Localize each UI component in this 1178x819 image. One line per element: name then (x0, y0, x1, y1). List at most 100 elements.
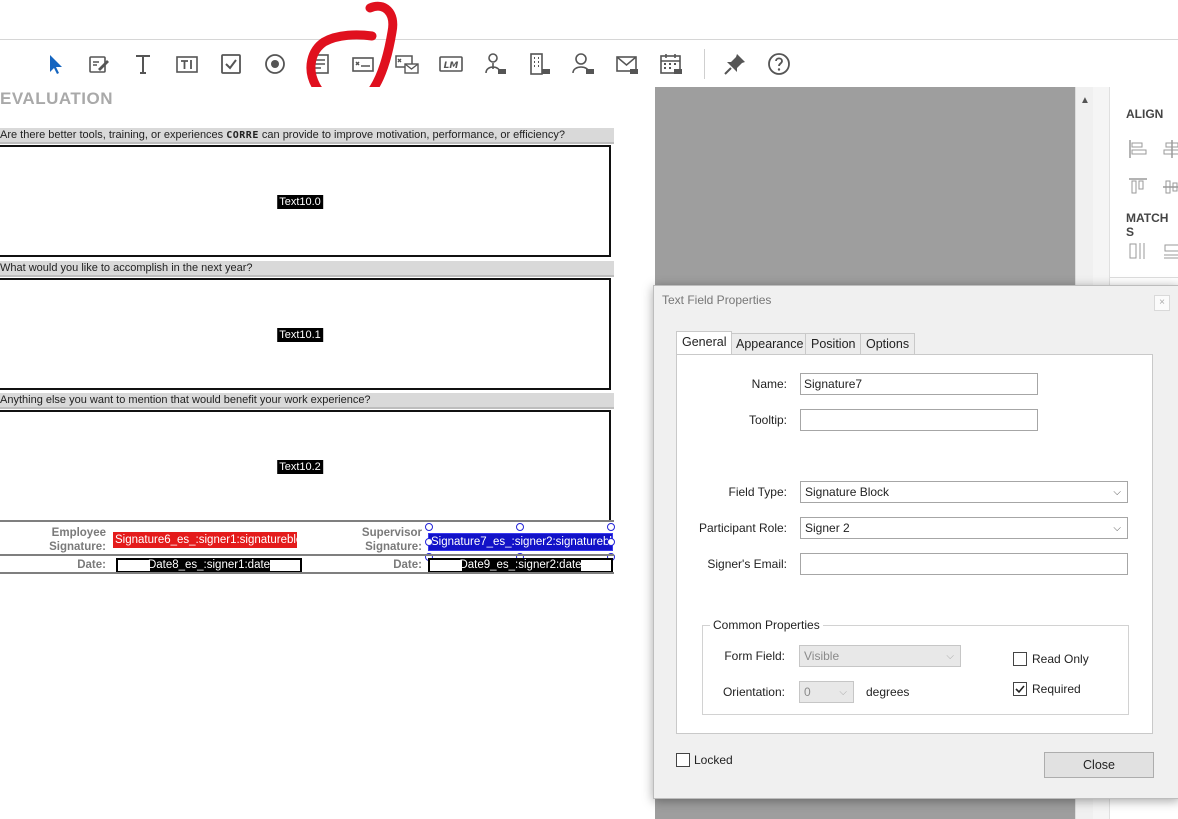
match-width-icon[interactable] (1128, 241, 1148, 261)
selected-value: Visible (804, 649, 840, 663)
supervisor-date-label: Date: (393, 559, 422, 571)
close-icon[interactable]: × (1154, 295, 1170, 311)
date-field-icon[interactable] (657, 50, 685, 78)
label-line: Supervisor (361, 527, 422, 539)
close-button[interactable]: Close (1044, 752, 1154, 778)
read-only-checkbox[interactable] (1013, 652, 1027, 666)
resize-handle[interactable] (516, 523, 524, 531)
required-checkbox[interactable] (1013, 682, 1027, 696)
help-icon[interactable] (765, 50, 793, 78)
text-box-icon[interactable] (173, 50, 201, 78)
divider-line (0, 572, 614, 574)
select-tool-icon[interactable] (41, 50, 69, 78)
form-toolbar: LM (0, 39, 1178, 88)
text-field-properties-dialog: Text Field Properties × General Appearan… (653, 285, 1178, 799)
tab-appearance[interactable]: Appearance (730, 333, 810, 354)
svg-text:LM: LM (444, 61, 459, 71)
label-line: Employee (51, 527, 106, 539)
common-properties-group: Common Properties Form Field: Visible ⌵ … (702, 618, 1129, 715)
field-type-select[interactable]: Signature Block ⌵ (800, 481, 1128, 503)
tab-position[interactable]: Position (805, 333, 862, 354)
text-field-box[interactable]: Text10.0 (0, 145, 611, 257)
question-bar-3: Anything else you want to mention that w… (0, 393, 614, 409)
signer-name-icon[interactable] (481, 50, 509, 78)
divider-line (0, 520, 614, 522)
section-heading: EVALUATION (0, 89, 113, 108)
checkbox-icon[interactable] (217, 50, 245, 78)
question-text: Are there better tools, training, or exp… (0, 129, 227, 141)
divider-line (0, 554, 614, 556)
scroll-up-icon[interactable]: ▲ (1080, 95, 1090, 106)
supervisor-date-field[interactable]: Date9_es_:signer2:date (428, 558, 613, 573)
common-properties-label: Common Properties (710, 618, 823, 632)
dialog-title: Text Field Properties (662, 293, 772, 307)
brand-name: CORRE (226, 130, 259, 141)
chevron-down-icon: ⌵ (1113, 487, 1121, 498)
panel-divider (1110, 277, 1178, 278)
tab-general[interactable]: General (676, 331, 733, 354)
tooltip-input[interactable] (800, 409, 1038, 431)
tooltip-label: Tooltip: (748, 413, 787, 427)
text-field-box[interactable]: Text10.1 (0, 278, 611, 390)
email-field-icon[interactable] (613, 50, 641, 78)
text-field-icon[interactable] (129, 50, 157, 78)
participant-role-select[interactable]: Signer 2 ⌵ (800, 517, 1128, 539)
participant-role-label: Participant Role: (698, 521, 787, 535)
selected-value: 0 (804, 685, 811, 699)
employee-date-field[interactable]: Date8_es_:signer1:date (116, 558, 302, 573)
employee-signature-field[interactable]: Signature6_es_:signer1:signatureblock (113, 532, 297, 548)
orientation-label: Orientation: (722, 685, 785, 699)
field-fill (270, 560, 300, 571)
align-middle-icon[interactable] (1162, 177, 1178, 197)
field-fill (581, 560, 611, 571)
orientation-select[interactable]: 0 ⌵ (799, 681, 854, 703)
form-field-label: Form Field: (724, 649, 785, 663)
degrees-label: degrees (866, 685, 910, 699)
employee-date-label: Date: (77, 559, 106, 571)
field-fill (430, 560, 462, 571)
selected-value: Signature Block (805, 485, 890, 499)
form-field-select[interactable]: Visible ⌵ (799, 645, 961, 667)
locked-checkbox[interactable] (676, 753, 690, 767)
employee-signature-label: Employee Signature: (20, 526, 106, 554)
align-center-icon[interactable] (1162, 139, 1178, 159)
supervisor-signature-label: Supervisor Signature: (330, 526, 422, 554)
resize-handle[interactable] (425, 538, 433, 546)
resize-handle[interactable] (607, 538, 615, 546)
align-top-icon[interactable] (1128, 177, 1148, 197)
field-type-label: Field Type: (728, 485, 787, 499)
match-height-icon[interactable] (1162, 241, 1178, 261)
supervisor-signature-field[interactable]: Signature7_es_:signer2:signatureblock (428, 533, 613, 551)
email-signature-icon[interactable] (393, 50, 421, 78)
signer-email-input[interactable] (800, 553, 1128, 575)
signature-field-icon[interactable] (349, 50, 377, 78)
label-line: Signature: (365, 541, 422, 553)
question-bar-1: Are there better tools, training, or exp… (0, 128, 614, 144)
label-line: Signature: (49, 541, 106, 553)
company-icon[interactable] (525, 50, 553, 78)
signer-email-label: Signer's Email: (707, 557, 787, 571)
chevron-down-icon: ⌵ (1113, 523, 1121, 534)
field-name-label: Date9_es_:signer2:date (459, 559, 582, 571)
tab-options[interactable]: Options (860, 333, 916, 354)
resize-handle[interactable] (607, 523, 615, 531)
list-box-icon[interactable] (305, 50, 333, 78)
toolbar-separator (704, 49, 705, 79)
field-name-label: Text10.1 (277, 328, 323, 342)
locked-label: Locked (694, 753, 733, 767)
field-fill (118, 560, 150, 571)
radio-button-icon[interactable] (261, 50, 289, 78)
align-left-icon[interactable] (1128, 139, 1148, 159)
edit-form-icon[interactable] (85, 50, 113, 78)
pin-icon[interactable] (721, 50, 749, 78)
text-field-box[interactable]: Text10.2 (0, 410, 611, 522)
chevron-down-icon: ⌵ (839, 687, 847, 698)
name-input[interactable] (800, 373, 1038, 395)
initials-icon[interactable]: LM (437, 50, 465, 78)
resize-handle[interactable] (425, 523, 433, 531)
required-label: Required (1032, 682, 1081, 696)
question-bar-2: What would you like to accomplish in the… (0, 261, 614, 277)
field-name-label: Text10.0 (277, 195, 323, 209)
participant-icon[interactable] (569, 50, 597, 78)
field-name-label: Text10.2 (277, 460, 323, 474)
